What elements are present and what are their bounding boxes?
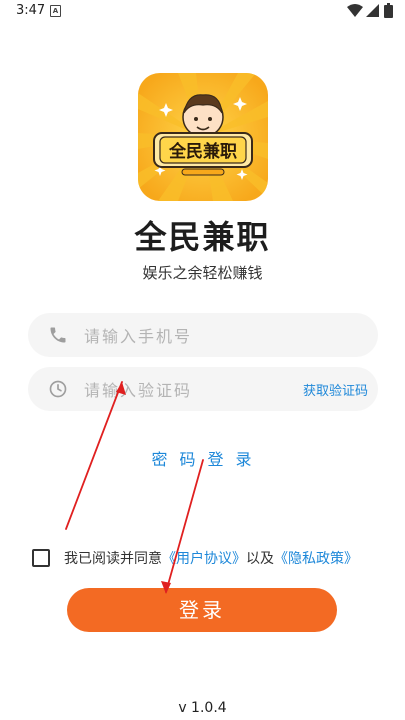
notification-icon: A	[50, 5, 61, 17]
status-time: 3:47	[16, 3, 46, 18]
clock-icon	[49, 380, 67, 398]
verification-code-input[interactable]	[82, 367, 306, 413]
phone-input[interactable]	[82, 313, 306, 359]
agreement-prefix: 我已阅读并同意	[64, 551, 162, 567]
signal-icon	[366, 4, 379, 17]
app-logo: 全民兼职	[138, 73, 268, 201]
verification-code-field[interactable]: 获取验证码	[28, 367, 378, 413]
app-title: 全民兼职	[134, 218, 271, 256]
version-label: v 1.0.4	[178, 700, 227, 716]
agreement-checkbox[interactable]	[32, 549, 50, 567]
logo-text: 全民兼职	[168, 141, 237, 162]
privacy-policy-link[interactable]: 《隐私政策》	[274, 551, 358, 567]
phone-icon	[50, 327, 66, 343]
battery-icon	[384, 3, 393, 18]
status-bar: 3:47 A	[0, 0, 405, 24]
agreement-text: 我已阅读并同意《用户协议》以及《隐私政策》	[64, 548, 358, 568]
app-slogan: 娱乐之余轻松赚钱	[142, 264, 263, 282]
agreement-connector: 以及	[246, 551, 274, 567]
phone-field[interactable]	[28, 313, 378, 359]
user-agreement-link[interactable]: 《用户协议》	[162, 551, 246, 567]
wifi-icon	[347, 4, 363, 17]
password-login-link[interactable]: 密码登录	[0, 446, 405, 470]
annotation-arrow-2	[165, 459, 204, 593]
login-button[interactable]: 登录	[67, 588, 337, 632]
get-code-button[interactable]: 获取验证码	[303, 380, 368, 399]
